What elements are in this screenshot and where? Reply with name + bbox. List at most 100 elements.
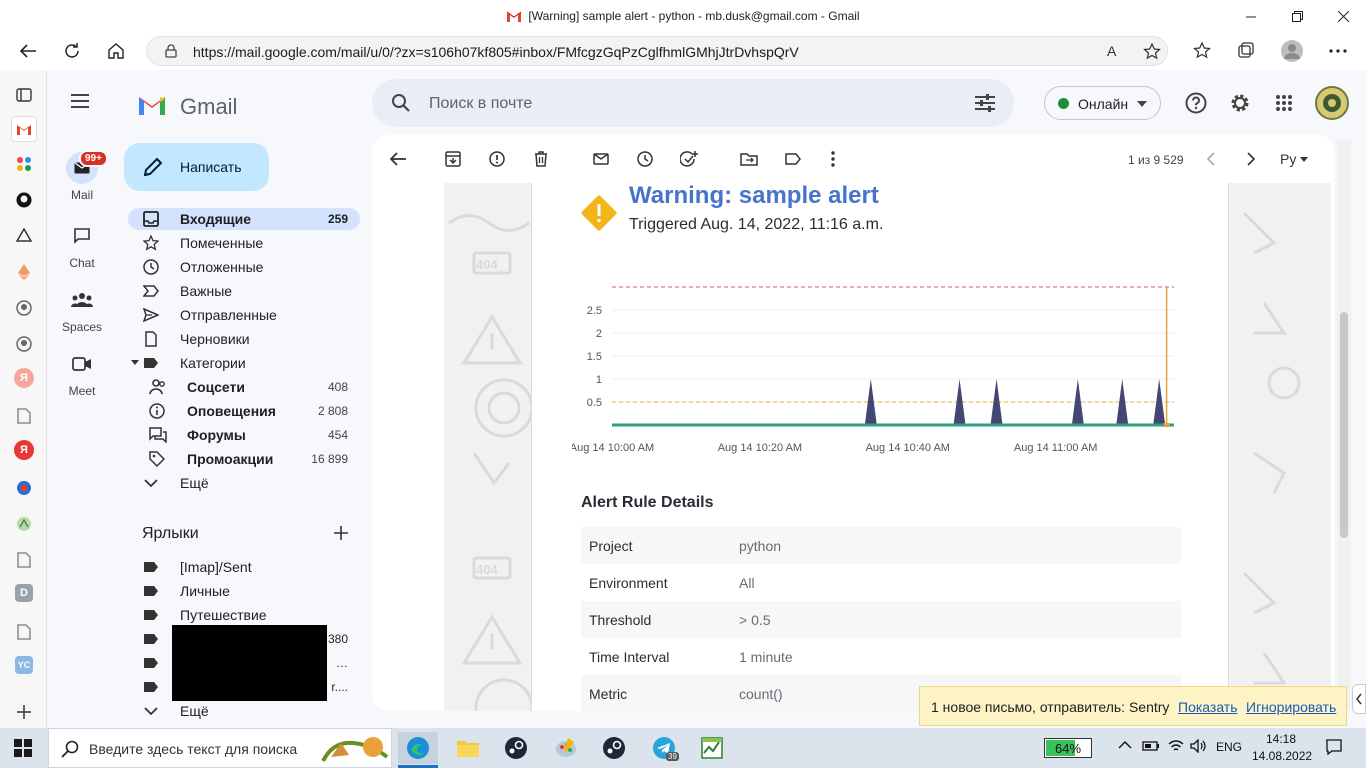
more-options-icon[interactable] <box>821 147 845 171</box>
folder-inbox[interactable]: Входящие 259 <box>128 208 360 230</box>
clock-date[interactable]: 14.08.2022 <box>1252 749 1312 763</box>
report-spam-icon[interactable] <box>485 147 509 171</box>
label-travel[interactable]: Путешествие <box>128 604 360 626</box>
chat-icon[interactable] <box>66 220 98 252</box>
back-button[interactable] <box>12 35 44 67</box>
minimize-button[interactable] <box>1228 0 1274 33</box>
favorites-button[interactable] <box>1186 35 1218 67</box>
address-bar[interactable]: https://mail.google.com/mail/u/0/?zx=s10… <box>146 36 1168 66</box>
battery-indicator[interactable]: 64% <box>1044 738 1092 758</box>
windows-start-icon[interactable] <box>14 739 32 757</box>
show-hidden-icons[interactable] <box>1118 740 1132 750</box>
ethereum-icon[interactable] <box>12 260 36 284</box>
settings-more-button[interactable] <box>1322 35 1354 67</box>
clock-time[interactable]: 14:18 <box>1266 732 1296 746</box>
yc-icon[interactable]: YC <box>15 656 33 674</box>
google-apps-icon[interactable] <box>1275 94 1293 112</box>
input-language[interactable]: ENG <box>1216 740 1242 754</box>
file-icon[interactable] <box>12 404 36 428</box>
snooze-icon[interactable] <box>633 147 657 171</box>
yandex-icon[interactable]: Я <box>14 368 34 388</box>
folder-drafts[interactable]: Черновики <box>128 328 360 350</box>
category-updates[interactable]: Оповещения 2 808 <box>128 400 360 422</box>
file-icon-3[interactable] <box>12 620 36 644</box>
mark-unread-icon[interactable] <box>589 147 613 171</box>
collections-button[interactable] <box>1230 35 1262 67</box>
status-dropdown[interactable]: Онлайн <box>1044 86 1161 120</box>
scrollbar-thumb[interactable] <box>1340 312 1348 538</box>
taskbar-search[interactable]: Введите здесь текст для поиска <box>48 728 392 768</box>
d-icon[interactable]: D <box>15 584 33 602</box>
rail-mail[interactable]: Mail 99+ <box>47 150 117 202</box>
labels-icon[interactable] <box>781 147 805 171</box>
scrollbar-track[interactable] <box>1337 140 1351 710</box>
taskbar-steam[interactable] <box>496 732 536 764</box>
drive-icon[interactable] <box>12 224 36 248</box>
category-forums[interactable]: Форумы 454 <box>128 424 360 446</box>
move-to-icon[interactable] <box>737 147 761 171</box>
refresh-button[interactable] <box>56 35 88 67</box>
alert-title[interactable]: Warning: sample alert <box>629 183 879 210</box>
notifications-icon[interactable] <box>1326 739 1342 755</box>
wifi-icon[interactable] <box>1168 739 1184 753</box>
yandex-red-icon[interactable]: Я <box>14 440 34 460</box>
input-tools-select[interactable]: Ру <box>1280 151 1309 167</box>
labels-more[interactable]: Ещё <box>128 700 360 722</box>
profile-avatar[interactable] <box>1276 35 1308 67</box>
add-task-icon[interactable] <box>677 147 701 171</box>
folder-snoozed[interactable]: Отложенные <box>128 256 360 278</box>
taskbar-search-input[interactable]: Введите здесь текст для поиска <box>89 741 297 757</box>
github-icon[interactable] <box>12 188 36 212</box>
archive-icon[interactable] <box>441 147 465 171</box>
apps-icon[interactable] <box>12 152 36 176</box>
restore-button[interactable] <box>1274 0 1320 33</box>
github-icon-3[interactable] <box>12 332 36 356</box>
show-link[interactable]: Показать <box>1178 699 1238 715</box>
ignore-link[interactable]: Игнорировать <box>1246 699 1336 715</box>
github-icon-2[interactable] <box>12 296 36 320</box>
folder-categories[interactable]: Категории <box>128 352 360 374</box>
home-button[interactable] <box>100 35 132 67</box>
label-personal[interactable]: Личные <box>128 580 360 602</box>
gmail-icon[interactable] <box>11 116 37 142</box>
account-avatar[interactable] <box>1315 86 1349 120</box>
taskbar-task-manager[interactable] <box>692 732 732 764</box>
site-icon[interactable] <box>12 476 36 500</box>
folder-starred[interactable]: Помеченные <box>128 232 360 254</box>
add-label-icon[interactable] <box>334 526 348 540</box>
side-panel-toggle[interactable] <box>1352 684 1366 714</box>
back-to-inbox-icon[interactable] <box>386 147 410 171</box>
folder-sent[interactable]: Отправленные <box>128 304 360 326</box>
compose-button[interactable]: Написать <box>124 143 269 191</box>
spaces-icon[interactable] <box>66 284 98 316</box>
search-bar[interactable]: Поиск в почте <box>372 79 1014 127</box>
help-icon[interactable] <box>1185 92 1207 114</box>
taskbar-steam-2[interactable] <box>594 732 634 764</box>
search-icon[interactable] <box>391 93 411 113</box>
meet-icon[interactable] <box>66 348 98 380</box>
label-imap-sent[interactable]: [Imap]/Sent <box>128 556 360 578</box>
add-sidebar-icon[interactable] <box>12 700 36 724</box>
taskbar-telegram[interactable]: 39 <box>644 732 684 764</box>
search-options-icon[interactable] <box>975 94 995 112</box>
site-icon-2[interactable] <box>12 512 36 536</box>
rail-meet[interactable]: Meet <box>47 348 117 398</box>
category-promotions[interactable]: Промоакции 16 899 <box>128 448 360 470</box>
delete-icon[interactable] <box>529 147 553 171</box>
battery-tray-icon[interactable] <box>1142 740 1160 752</box>
file-icon-2[interactable] <box>12 548 36 572</box>
search-input[interactable]: Поиск в почте <box>429 95 532 113</box>
gmail-logo[interactable] <box>137 93 167 115</box>
taskbar-explorer[interactable] <box>448 732 488 764</box>
settings-gear-icon[interactable] <box>1229 92 1251 114</box>
taskbar-edge[interactable] <box>398 732 438 764</box>
rail-chat[interactable]: Chat <box>47 220 117 270</box>
category-social[interactable]: Соцсети 408 <box>128 376 360 398</box>
rail-spaces[interactable]: Spaces <box>47 284 117 334</box>
taskbar-paint[interactable] <box>546 732 586 764</box>
tabs-icon[interactable] <box>12 83 36 107</box>
folders-more[interactable]: Ещё <box>128 472 360 494</box>
read-aloud-icon[interactable]: A <box>1107 43 1116 59</box>
add-favorite-icon[interactable] <box>1143 43 1161 61</box>
folder-important[interactable]: Важные <box>128 280 360 302</box>
